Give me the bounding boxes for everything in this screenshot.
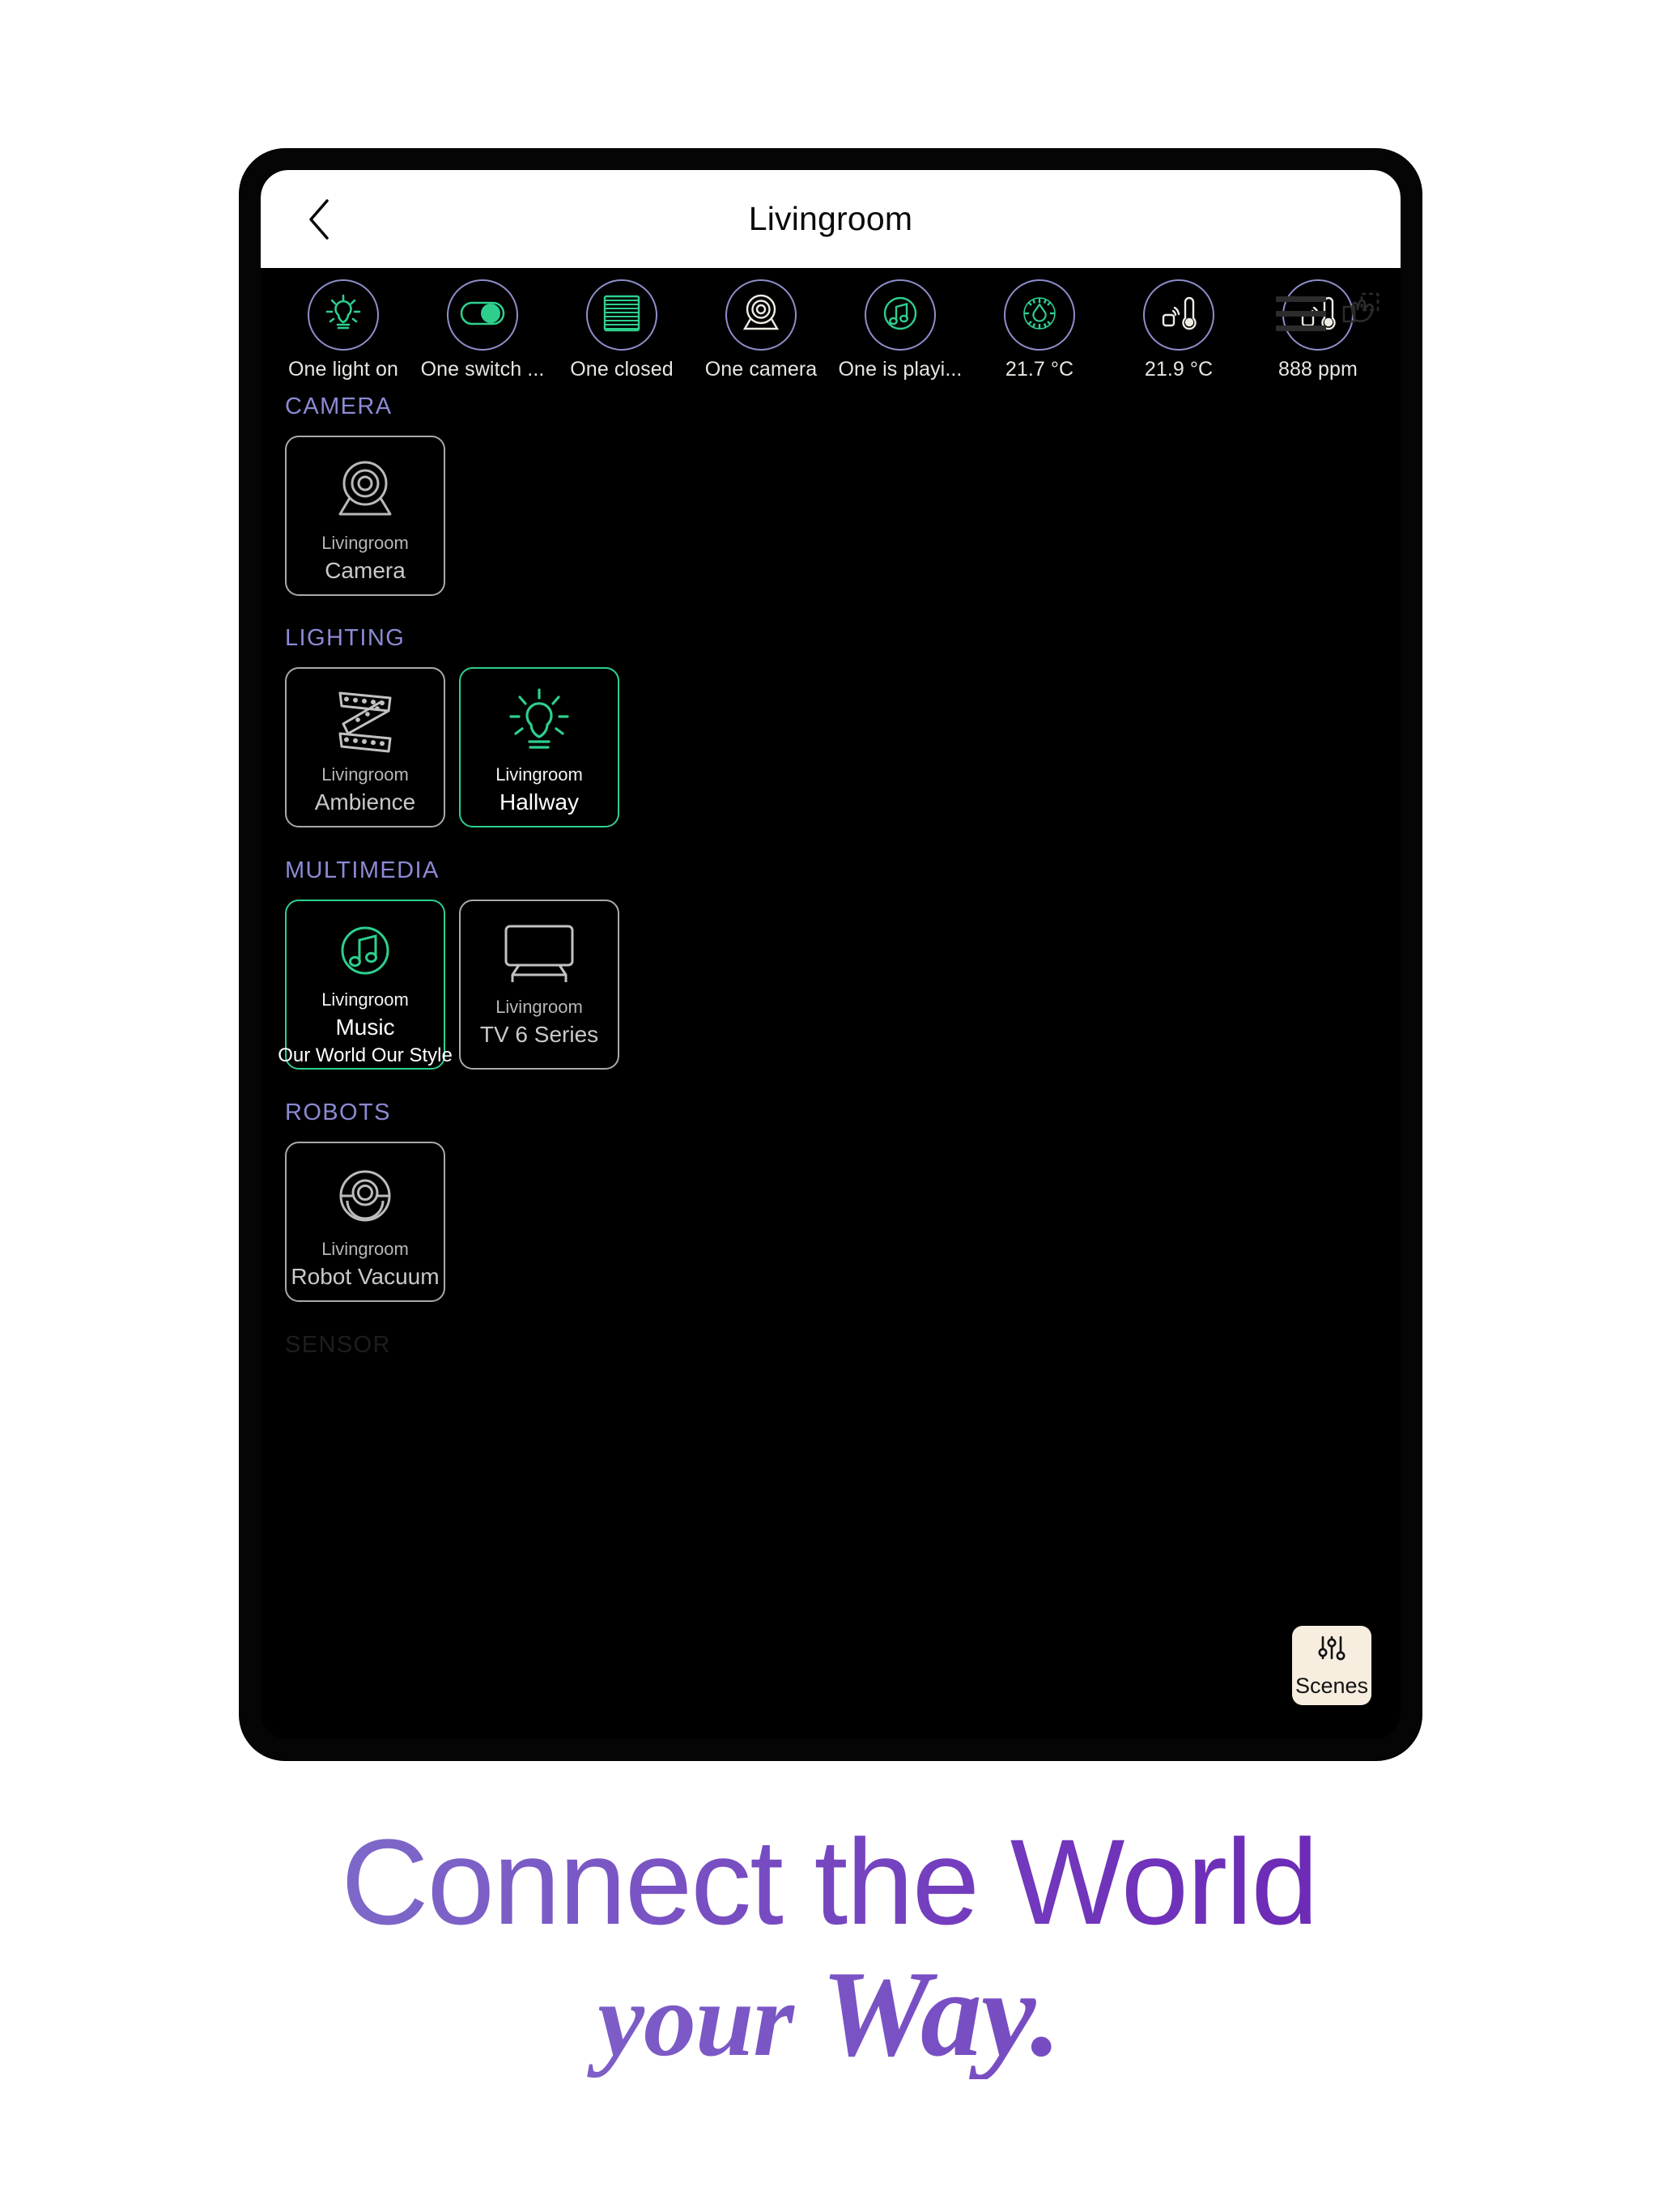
cards-row: Livingroom Robot Vacuum (274, 1142, 1401, 1302)
section-camera: CAMERA Livingroom Camera (274, 393, 1401, 596)
back-button[interactable] (296, 197, 342, 242)
card-room-label: Livingroom (321, 764, 409, 785)
drag-hand-icon[interactable] (1337, 289, 1383, 338)
hamburger-line (1276, 296, 1326, 302)
section-title: CAMERA (285, 393, 393, 419)
webcam-icon (738, 292, 784, 338)
music-note-icon (878, 291, 923, 340)
marketing-tagline: Connect the World your Way. (0, 1814, 1658, 2079)
webcam-icon (330, 453, 400, 527)
status-item-temperature[interactable]: 21.9 °C (1109, 279, 1248, 381)
scenes-label: Scenes (1295, 1673, 1369, 1698)
tablet-device-frame: Livingroom One light on One switch ... O… (240, 149, 1422, 1760)
hamburger-line (1276, 311, 1326, 317)
card-now-playing: Our World Our Style (278, 1044, 453, 1067)
light-bulb-icon (321, 291, 365, 339)
tagline-line-2: your Way. (0, 1950, 1658, 2079)
music-circle-icon (332, 917, 398, 984)
status-item-camera[interactable]: One camera (691, 279, 831, 381)
card-device-name: Robot Vacuum (291, 1263, 440, 1289)
status-label: One switch ... (420, 358, 545, 381)
status-label: One is playi... (838, 358, 963, 381)
cards-row: Livingroom Ambience Livingroom Hallway (274, 667, 1401, 827)
app-header: Livingroom (261, 170, 1401, 268)
card-room-label: Livingroom (495, 997, 583, 1017)
card-device-name: Camera (325, 557, 406, 583)
status-summary-strip: One light on One switch ... One closed O… (261, 268, 1401, 393)
status-circle (1004, 279, 1075, 351)
blinds-icon (602, 293, 642, 338)
status-label: One camera (704, 358, 818, 381)
robot-vacuum-icon (331, 1159, 399, 1233)
tagline-line-1: Connect the World (0, 1814, 1658, 1950)
tagline-word-your: your (597, 1962, 793, 2078)
status-item-switch[interactable]: One switch ... (413, 279, 552, 381)
status-item-humidity[interactable]: 21.7 °C (970, 279, 1109, 381)
status-circle (1143, 279, 1214, 351)
status-label: 21.9 °C (1144, 358, 1214, 381)
section-title: MULTIMEDIA (285, 857, 440, 883)
status-circle (447, 279, 518, 351)
card-room-label: Livingroom (495, 764, 583, 785)
section-lighting: LIGHTING Livingroom Ambience Livingroom … (274, 625, 1401, 827)
section-robots: ROBOTS Livingroom Robot Vacuum (274, 1100, 1401, 1302)
hamburger-line (1276, 325, 1326, 331)
scenes-button[interactable]: Scenes (1292, 1626, 1371, 1705)
chevron-left-icon (305, 198, 333, 241)
cards-row: Livingroom Music Our World Our Style Liv… (274, 900, 1401, 1070)
section-sensor: SENSOR (274, 1332, 1401, 1359)
card-device-name: Music (335, 1014, 395, 1040)
card-device-name: Ambience (314, 789, 416, 815)
thermometer-icon (1156, 292, 1201, 338)
card-device-name: TV 6 Series (479, 1021, 599, 1047)
humidity-dial-icon (1018, 292, 1061, 338)
device-card-robot-vacuum[interactable]: Livingroom Robot Vacuum (285, 1142, 445, 1302)
hamburger-menu-icon[interactable] (1276, 296, 1326, 331)
section-title: SENSOR (285, 1332, 391, 1358)
page-title: Livingroom (748, 200, 913, 237)
status-label: One closed (570, 358, 674, 381)
status-item-light[interactable]: One light on (274, 279, 413, 381)
section-multimedia: MULTIMEDIA Livingroom Music Our World Ou… (274, 857, 1401, 1070)
status-row: One light on One switch ... One closed O… (261, 279, 1401, 381)
status-circle (865, 279, 936, 351)
device-card-camera[interactable]: Livingroom Camera (285, 436, 445, 596)
status-label: 888 ppm (1278, 358, 1358, 381)
status-item-media[interactable]: One is playi... (831, 279, 970, 381)
toggle-switch-icon (460, 300, 505, 331)
television-icon (501, 917, 577, 991)
light-bulb-icon (505, 684, 573, 759)
status-circle (725, 279, 797, 351)
header-tools (1276, 289, 1383, 338)
section-title: LIGHTING (285, 625, 406, 651)
led-strip-icon (329, 684, 402, 759)
tagline-word-way: Way. (821, 1946, 1061, 2082)
card-room-label: Livingroom (321, 533, 409, 553)
sliders-icon (1314, 1633, 1350, 1671)
status-label: One light on (287, 358, 398, 381)
card-room-label: Livingroom (321, 1239, 409, 1259)
device-card-ambience[interactable]: Livingroom Ambience (285, 667, 445, 827)
status-item-cover[interactable]: One closed (552, 279, 691, 381)
device-screen: Livingroom One light on One switch ... O… (261, 170, 1401, 1739)
device-card-music[interactable]: Livingroom Music Our World Our Style (278, 900, 453, 1070)
status-label: 21.7 °C (1005, 358, 1074, 381)
section-title: ROBOTS (285, 1100, 391, 1125)
card-device-name: Hallway (499, 789, 580, 815)
device-content-area: CAMERA Livingroom Camera LIGHTING Living… (261, 393, 1401, 1739)
card-room-label: Livingroom (321, 989, 409, 1010)
device-card-tv[interactable]: Livingroom TV 6 Series (459, 900, 619, 1070)
cards-row: Livingroom Camera (274, 436, 1401, 596)
status-circle (308, 279, 379, 351)
status-circle (586, 279, 657, 351)
device-card-hallway[interactable]: Livingroom Hallway (459, 667, 619, 827)
